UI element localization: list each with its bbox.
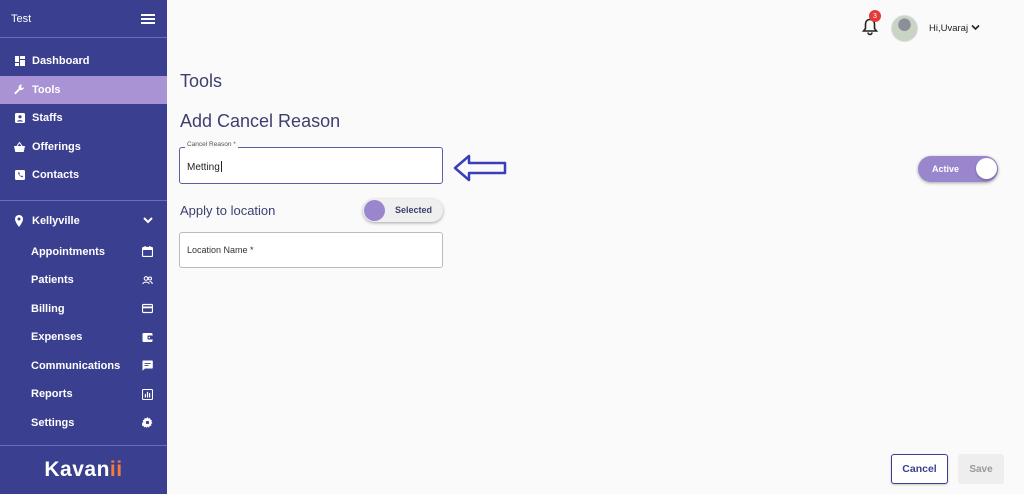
toggle-knob — [364, 200, 385, 221]
calendar-icon — [142, 246, 153, 258]
contacts-icon — [14, 170, 25, 181]
kavanii-logo: Kavanii — [44, 458, 123, 481]
chat-icon — [142, 360, 153, 371]
apply-location-label: Apply to location — [180, 203, 276, 218]
sidebar-item-label: Offerings — [32, 140, 81, 153]
sidebar-header: Test — [0, 0, 167, 38]
save-button[interactable]: Save — [958, 454, 1004, 484]
page-title: Tools — [180, 71, 223, 91]
toggle-knob — [976, 158, 997, 179]
sidebar-item-billing[interactable]: Billing — [0, 295, 167, 324]
cancel-reason-input[interactable]: Metting — [187, 161, 222, 173]
sidebar-item-dashboard[interactable]: Dashboard — [0, 47, 167, 76]
apply-location-toggle-label: Selected — [395, 205, 433, 215]
sidebar-divider — [0, 199, 167, 201]
dashboard-icon — [14, 56, 25, 67]
sidebar-title: Test — [11, 12, 32, 25]
sidebar: Test Dashboard Tools Staffs Offerings Co… — [0, 0, 167, 494]
bar-chart-icon — [142, 388, 153, 400]
sidebar-item-patients[interactable]: Patients — [0, 266, 167, 295]
sidebar-footer: Kavanii — [0, 445, 167, 494]
active-toggle-label: Active — [932, 164, 960, 174]
sidebar-item-label: Settings — [31, 416, 75, 429]
sidebar-item-contacts[interactable]: Contacts — [0, 161, 167, 190]
sidebar-item-label: Communications — [31, 359, 121, 372]
people-icon — [142, 275, 153, 284]
sidebar-item-label: Staffs — [32, 112, 63, 125]
user-greeting[interactable]: Hi,Uvaraj — [929, 23, 968, 34]
gear-icon — [142, 417, 153, 429]
wallet-icon — [142, 332, 153, 342]
sidebar-nav: Dashboard Tools Staffs Offerings Contact… — [0, 38, 167, 190]
sidebar-item-settings[interactable]: Settings — [0, 409, 167, 438]
sidebar-item-communications[interactable]: Communications — [0, 352, 167, 381]
sidebar-item-label: Patients — [31, 274, 74, 287]
sidebar-item-appointments[interactable]: Appointments — [0, 238, 167, 267]
sidebar-item-label: Tools — [32, 83, 61, 96]
sidebar-item-expenses[interactable]: Expenses — [0, 323, 167, 352]
notification-badge: 3 — [869, 10, 881, 22]
sidebar-item-staffs[interactable]: Staffs — [0, 104, 167, 133]
menu-icon[interactable] — [141, 13, 155, 24]
location-name-label: Location Name * — [187, 245, 254, 255]
sidebar-item-label: Contacts — [32, 169, 80, 182]
cancel-button[interactable]: Cancel — [891, 454, 948, 484]
form-title: Add Cancel Reason — [180, 111, 341, 131]
wrench-icon — [14, 84, 25, 95]
sidebar-item-label: Reports — [31, 388, 73, 401]
avatar[interactable] — [891, 15, 918, 42]
sidebar-item-label: Expenses — [31, 331, 83, 344]
basket-icon — [14, 141, 25, 152]
staff-badge-icon — [14, 113, 25, 124]
sidebar-subnav: Appointments Patients Billing Expenses C… — [0, 238, 167, 438]
chevron-down-icon[interactable] — [971, 23, 980, 32]
location-label: Kellyville — [32, 214, 80, 227]
location-pin-icon — [15, 214, 23, 227]
credit-card-icon — [142, 304, 153, 314]
sidebar-item-label: Appointments — [31, 245, 105, 258]
sidebar-item-tools[interactable]: Tools — [0, 75, 167, 104]
left-arrow-annotation-icon — [453, 154, 507, 182]
cancel-reason-label: Cancel Reason * — [185, 141, 238, 148]
sidebar-item-label: Dashboard — [32, 55, 90, 68]
location-selector[interactable]: Kellyville — [0, 204, 167, 238]
sidebar-item-reports[interactable]: Reports — [0, 380, 167, 409]
chevron-down-icon[interactable] — [143, 217, 153, 224]
sidebar-item-offerings[interactable]: Offerings — [0, 133, 167, 162]
text-caret — [220, 161, 222, 172]
sidebar-item-label: Billing — [31, 302, 65, 315]
